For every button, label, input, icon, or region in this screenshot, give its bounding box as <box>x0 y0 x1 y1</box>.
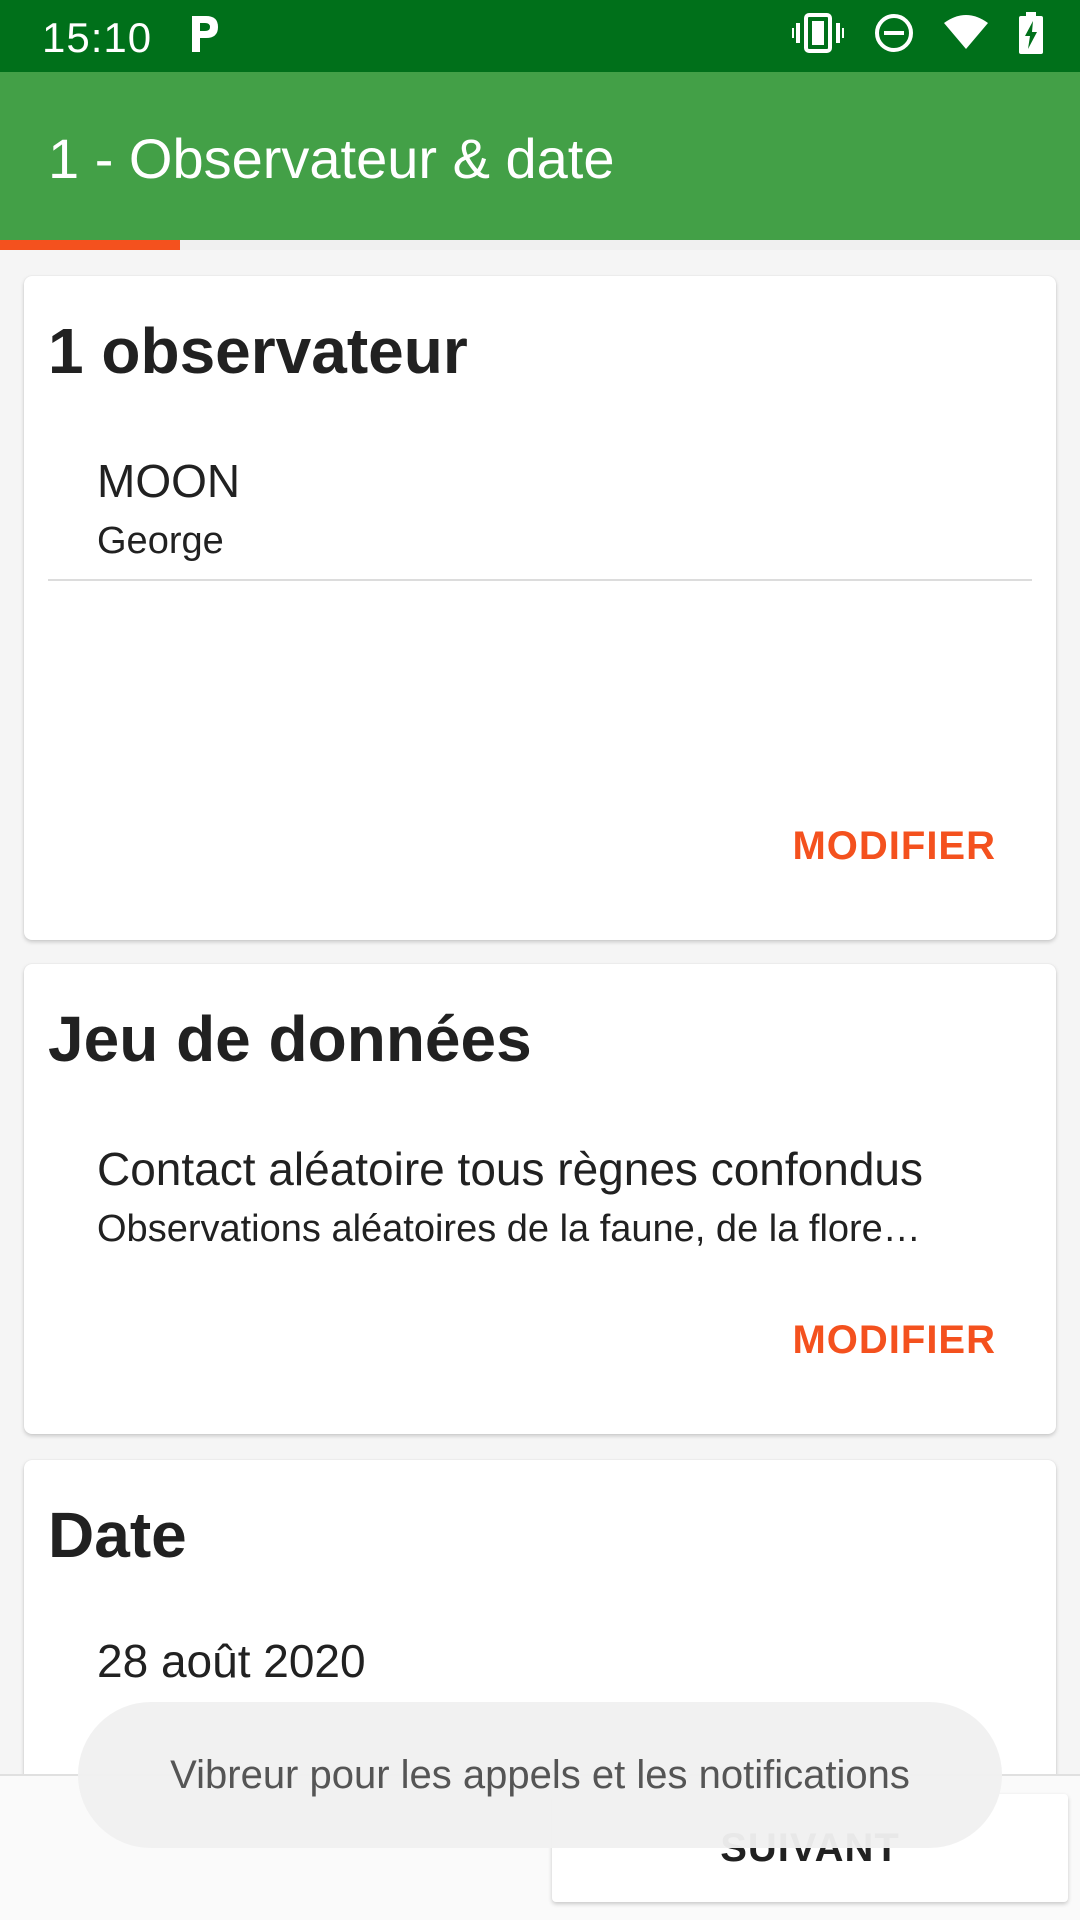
observer-first-name: George <box>97 520 224 562</box>
status-time: 15:10 <box>42 14 153 61</box>
status-icons <box>792 12 1044 54</box>
step-progress-fill <box>0 240 181 250</box>
dataset-card: Jeu de données Contact aléatoire tous rè… <box>24 964 1056 1434</box>
vibrate-icon <box>792 13 844 53</box>
date-value[interactable]: 28 août 2020 <box>97 1634 366 1688</box>
modify-dataset-button[interactable]: MODIFIER <box>792 1318 996 1363</box>
status-bar: 15:10 <box>0 0 1080 72</box>
observers-card-title: 1 observateur <box>48 315 468 387</box>
divider <box>48 579 1032 581</box>
wifi-icon <box>944 15 988 51</box>
dataset-name: Contact aléatoire tous règnes confondus <box>97 1143 923 1195</box>
toast-message: Vibreur pour les appels et les notificat… <box>78 1702 1002 1848</box>
dataset-card-title: Jeu de données <box>48 1003 532 1075</box>
page-title: 1 - Observateur & date <box>48 127 615 190</box>
app-bar: 1 - Observateur & date <box>0 72 1080 240</box>
observers-card: 1 observateur MOON George MODIFIER <box>24 276 1056 940</box>
observer-last-name: MOON <box>97 455 241 507</box>
do-not-disturb-icon <box>874 13 914 53</box>
date-card-title: Date <box>48 1499 187 1571</box>
modify-observers-button[interactable]: MODIFIER <box>792 824 996 869</box>
step-progress-bar <box>0 240 1080 250</box>
p-icon <box>188 12 222 67</box>
dataset-description: Observations aléatoires de la faune, de … <box>97 1208 921 1250</box>
battery-charging-icon <box>1018 12 1044 54</box>
